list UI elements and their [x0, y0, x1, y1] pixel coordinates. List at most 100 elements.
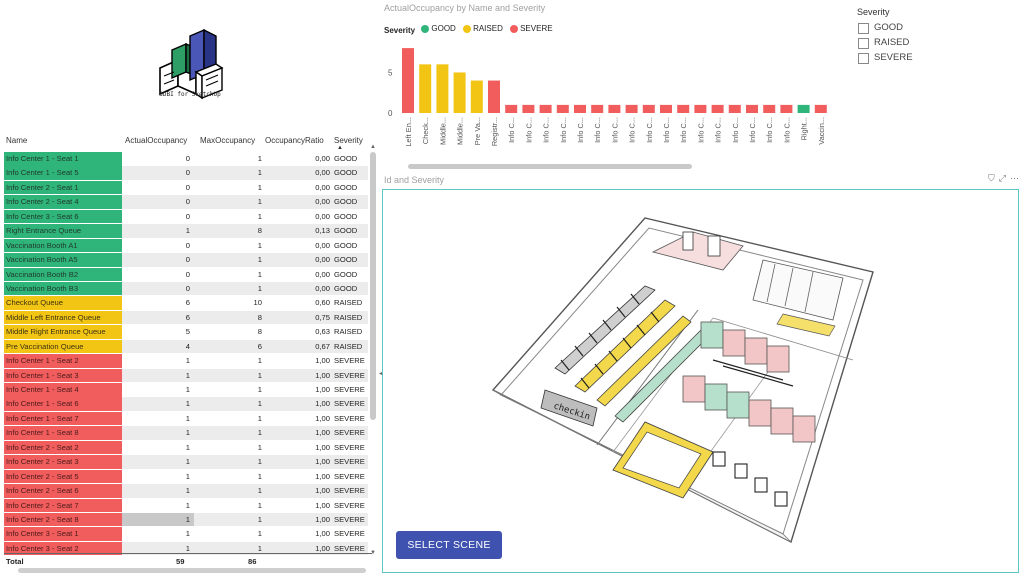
cell-ratio[interactable]: 1,00 [266, 513, 330, 527]
cell-max[interactable]: 1 [194, 152, 262, 166]
table-row[interactable]: Info Center 1 - Seat 3 1 1 1,00 SEVERE [4, 368, 368, 383]
cell-severity[interactable]: SEVERE [334, 484, 374, 498]
floorplan-3d-model[interactable]: checkin [383, 190, 1018, 572]
cell-ratio[interactable]: 1,00 [266, 484, 330, 498]
cell-severity[interactable]: SEVERE [334, 455, 374, 469]
cell-name[interactable]: Info Center 1 - Seat 8 [4, 426, 122, 440]
bar[interactable] [642, 104, 655, 113]
cell-name[interactable]: Info Center 1 - Seat 3 [4, 368, 122, 383]
col-header-max[interactable]: MaxOccupancy [200, 136, 255, 145]
cell-ratio[interactable]: 0,00 [266, 210, 330, 224]
col-header-actual[interactable]: ActualOccupancy [125, 136, 187, 145]
cell-severity[interactable]: SEVERE [334, 412, 374, 426]
filter-icon[interactable]: ⛉ [988, 173, 995, 183]
cell-name[interactable]: Middle Right Entrance Queue [4, 325, 122, 339]
cell-max[interactable]: 8 [194, 311, 262, 325]
cell-ratio[interactable]: 1,00 [266, 455, 330, 469]
cell-max[interactable]: 1 [194, 397, 262, 411]
cell-max[interactable]: 1 [194, 426, 262, 440]
cell-actual[interactable]: 0 [122, 239, 190, 253]
bar[interactable] [591, 104, 604, 113]
cell-name[interactable]: Vaccination Booth A1 [4, 238, 122, 253]
cell-actual[interactable]: 0 [122, 210, 190, 224]
table-row[interactable]: Info Center 1 - Seat 8 1 1 1,00 SEVERE [4, 426, 368, 440]
cell-actual[interactable]: 1 [122, 441, 190, 455]
cell-severity[interactable]: SEVERE [334, 513, 374, 527]
cell-name[interactable]: Right Entrance Queue [4, 224, 122, 238]
cell-actual[interactable]: 1 [122, 224, 190, 238]
cell-actual[interactable]: 5 [122, 325, 190, 339]
bar[interactable] [522, 104, 535, 113]
table-row[interactable]: Middle Left Entrance Queue 6 8 0,75 RAISED [4, 310, 368, 325]
cell-ratio[interactable]: 1,00 [266, 499, 330, 513]
cell-actual[interactable]: 0 [122, 181, 190, 195]
cell-max[interactable]: 8 [194, 224, 262, 238]
bar[interactable] [660, 104, 672, 113]
cell-severity[interactable]: GOOD [334, 166, 374, 180]
table-row[interactable]: Info Center 1 - Seat 2 1 1 1,00 SEVERE [4, 354, 368, 368]
cell-max[interactable]: 1 [194, 210, 262, 224]
cell-actual[interactable]: 1 [122, 499, 190, 513]
legend-item-raised[interactable]: RAISED [463, 24, 503, 33]
cell-ratio[interactable]: 1,00 [266, 383, 330, 397]
col-header-ratio[interactable]: OccupancyRatio [265, 136, 324, 145]
cell-actual[interactable]: 1 [122, 354, 190, 368]
sort-desc-icon[interactable]: ▲ [337, 145, 343, 151]
chart-horizontal-scrollbar[interactable] [408, 164, 692, 169]
bar[interactable] [780, 104, 793, 113]
table-row[interactable]: Info Center 3 - Seat 6 0 1 0,00 GOOD [4, 209, 368, 224]
cell-severity[interactable]: GOOD [334, 152, 374, 166]
cell-name[interactable]: Checkout Queue [4, 296, 122, 310]
cell-actual[interactable]: 1 [122, 455, 190, 469]
expand-icon[interactable]: ⤢ [999, 173, 1006, 183]
cell-severity[interactable]: SEVERE [334, 441, 374, 455]
cell-max[interactable]: 1 [194, 412, 262, 426]
bar[interactable] [711, 104, 724, 113]
cell-name[interactable]: Info Center 2 - Seat 4 [4, 195, 122, 209]
cell-name[interactable]: Vaccination Booth B3 [4, 281, 122, 296]
cell-ratio[interactable]: 0,60 [266, 296, 330, 310]
bar[interactable] [436, 64, 449, 113]
cell-max[interactable]: 1 [194, 484, 262, 498]
cell-max[interactable]: 1 [194, 282, 262, 296]
cell-ratio[interactable]: 1,00 [266, 426, 330, 440]
cell-severity[interactable]: GOOD [334, 210, 374, 224]
cell-actual[interactable]: 0 [122, 282, 190, 296]
bar[interactable] [470, 80, 483, 113]
table-row[interactable]: Vaccination Booth A1 0 1 0,00 GOOD [4, 238, 368, 253]
bar[interactable] [694, 104, 707, 113]
more-options-icon[interactable]: ⋯ [1010, 173, 1019, 183]
table-row[interactable]: Checkout Queue 6 10 0,60 RAISED [4, 296, 368, 310]
checkbox-icon[interactable] [858, 23, 869, 34]
cell-ratio[interactable]: 1,00 [266, 412, 330, 426]
cell-max[interactable]: 1 [194, 499, 262, 513]
cell-ratio[interactable]: 1,00 [266, 369, 330, 383]
cell-severity[interactable]: SEVERE [334, 527, 374, 541]
cell-ratio[interactable]: 0,13 [266, 224, 330, 238]
table-row[interactable]: Info Center 1 - Seat 7 1 1 1,00 SEVERE [4, 411, 368, 426]
bar[interactable] [505, 104, 518, 113]
cell-name[interactable]: Info Center 2 - Seat 8 [4, 512, 122, 527]
table-row[interactable]: Info Center 2 - Seat 7 1 1 1,00 SEVERE [4, 498, 368, 513]
cell-severity[interactable]: GOOD [334, 181, 374, 195]
cell-max[interactable]: 1 [194, 166, 262, 180]
table-row[interactable]: Info Center 2 - Seat 4 0 1 0,00 GOOD [4, 195, 368, 209]
cell-actual[interactable]: 1 [122, 426, 190, 440]
cell-name[interactable]: Info Center 2 - Seat 5 [4, 469, 122, 484]
cell-max[interactable]: 1 [194, 195, 262, 209]
cell-actual[interactable]: 1 [122, 527, 190, 541]
table-row[interactable]: Info Center 3 - Seat 1 1 1 1,00 SEVERE [4, 527, 368, 541]
bar[interactable] [608, 104, 621, 113]
cell-name[interactable]: Info Center 2 - Seat 2 [4, 440, 122, 455]
cell-actual[interactable]: 4 [122, 340, 190, 354]
cell-name[interactable]: Info Center 2 - Seat 1 [4, 180, 122, 195]
cell-name[interactable]: Vaccination Booth A5 [4, 253, 122, 267]
bar[interactable] [728, 104, 741, 113]
cell-max[interactable]: 1 [194, 369, 262, 383]
cell-max[interactable]: 1 [194, 239, 262, 253]
table-row[interactable]: Info Center 1 - Seat 5 0 1 0,00 GOOD [4, 166, 368, 180]
cell-severity[interactable]: GOOD [334, 253, 374, 267]
cell-actual[interactable]: 6 [122, 311, 190, 325]
cell-severity[interactable]: SEVERE [334, 397, 374, 411]
checkbox-icon[interactable] [858, 53, 869, 64]
